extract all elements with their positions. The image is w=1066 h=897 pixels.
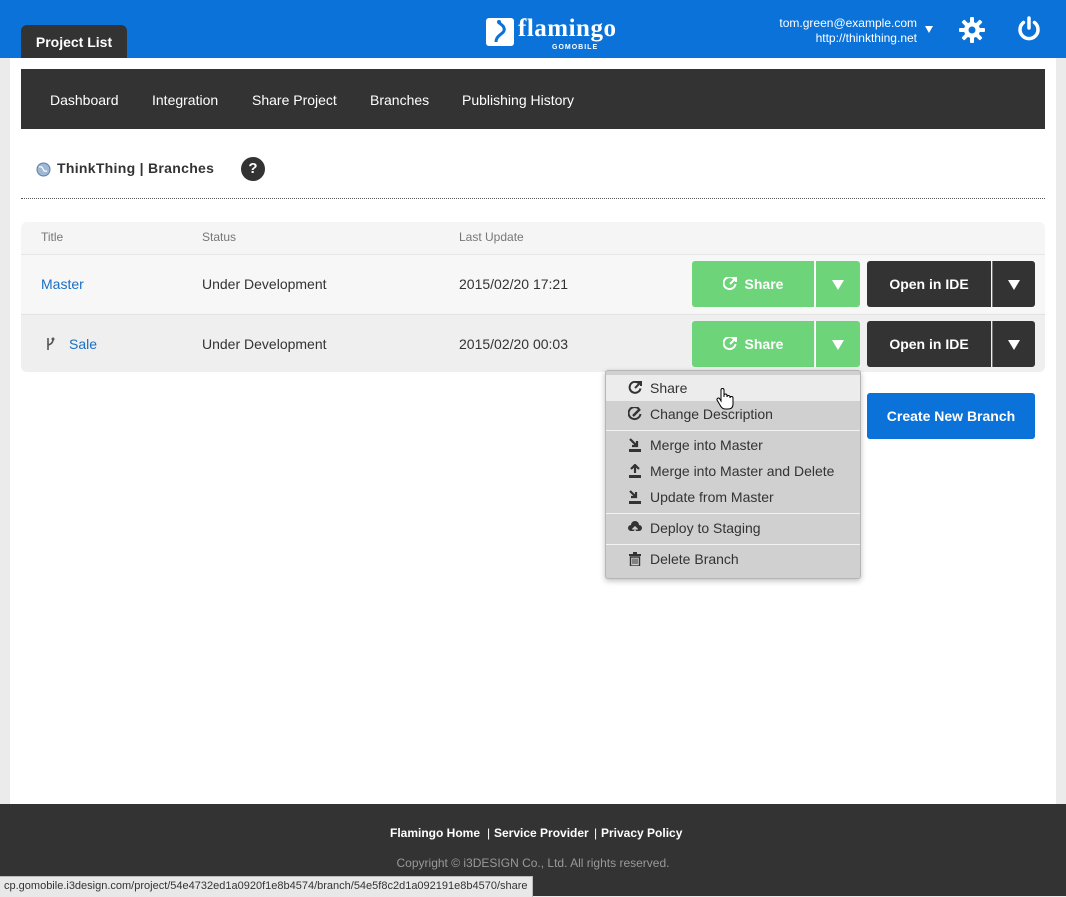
share-button[interactable]: Share <box>692 261 814 307</box>
trash-icon <box>629 552 641 566</box>
footer-link-service-provider[interactable]: Service Provider <box>494 826 589 840</box>
account-site: http://thinkthing.net <box>815 31 917 45</box>
branch-status: Under Development <box>202 276 327 292</box>
table-row: Sale Under Development 2015/02/20 00:03 … <box>21 314 1045 372</box>
menu-separator <box>606 513 860 514</box>
table-row: Master Under Development 2015/02/20 17:2… <box>21 254 1045 313</box>
hand-cursor-icon <box>716 388 734 410</box>
status-bar-url: cp.gomobile.i3design.com/project/54e4732… <box>0 876 533 897</box>
column-title: Title <box>41 230 64 244</box>
share-icon <box>722 337 737 351</box>
account-dropdown-caret-icon[interactable] <box>925 26 933 33</box>
merge-delete-icon <box>629 464 641 478</box>
subnav-branches[interactable]: Branches <box>370 69 429 131</box>
subnav-dashboard[interactable]: Dashboard <box>50 69 119 131</box>
account-email: tom.green@example.com <box>779 16 917 30</box>
menu-item-update-from-master[interactable]: Update from Master <box>606 484 860 510</box>
logo-subtitle: GOMOBILE <box>552 44 599 51</box>
open-in-ide-button[interactable]: Open in IDE <box>867 321 991 367</box>
menu-separator <box>606 544 860 545</box>
menu-item-label: Change Description <box>650 406 773 422</box>
edit-icon <box>628 407 642 421</box>
share-icon <box>628 381 642 394</box>
project-list-tab[interactable]: Project List <box>21 25 127 60</box>
account-info[interactable]: tom.green@example.com http://thinkthing.… <box>779 16 917 46</box>
chevron-down-icon <box>1008 280 1020 290</box>
menu-item-label: Delete Branch <box>650 551 739 567</box>
menu-item-label: Merge into Master and Delete <box>650 463 835 479</box>
column-last-update: Last Update <box>459 230 524 244</box>
page-title: ThinkThing | Branches <box>57 160 215 176</box>
copyright-text: Copyright © i3DESIGN Co., Ltd. All right… <box>396 856 670 870</box>
footer-separator: | <box>594 826 598 840</box>
merge-icon <box>629 438 641 452</box>
globe-icon <box>36 162 51 177</box>
footer-link-privacy-policy[interactable]: Privacy Policy <box>601 826 682 840</box>
open-in-ide-dropdown-button[interactable] <box>992 321 1035 367</box>
open-in-ide-button[interactable]: Open in IDE <box>867 261 991 307</box>
flamingo-logo[interactable]: flamingo GOMOBILE <box>486 14 616 54</box>
share-button-label: Share <box>744 336 784 352</box>
logo-text: flamingo <box>518 15 617 42</box>
share-button-label: Share <box>744 276 784 292</box>
menu-separator <box>606 430 860 431</box>
create-new-branch-button[interactable]: Create New Branch <box>867 393 1035 439</box>
branch-title-link[interactable]: Master <box>41 255 84 313</box>
project-subnav: Dashboard Integration Share Project Bran… <box>21 69 1045 129</box>
menu-item-label: Share <box>650 380 688 396</box>
chevron-down-icon <box>832 280 844 290</box>
share-dropdown-button[interactable] <box>815 321 860 367</box>
branch-status: Under Development <box>202 336 327 352</box>
open-in-ide-dropdown-button[interactable] <box>992 261 1035 307</box>
branch-icon <box>47 337 55 350</box>
gear-icon[interactable] <box>958 16 986 44</box>
menu-item-deploy-to-staging[interactable]: Deploy to Staging <box>606 515 860 541</box>
menu-item-label: Merge into Master <box>650 437 763 453</box>
divider <box>21 198 1045 199</box>
menu-item-delete-branch[interactable]: Delete Branch <box>606 546 860 572</box>
update-icon <box>629 490 641 504</box>
footer-separator: | <box>487 826 491 840</box>
menu-item-merge-into-master[interactable]: Merge into Master <box>606 432 860 458</box>
subnav-publishing-history[interactable]: Publishing History <box>462 69 574 131</box>
menu-item-label: Update from Master <box>650 489 774 505</box>
share-button[interactable]: Share <box>692 321 814 367</box>
subnav-share-project[interactable]: Share Project <box>252 69 337 131</box>
share-dropdown-button[interactable] <box>815 261 860 307</box>
chevron-down-icon <box>832 340 844 350</box>
power-icon[interactable] <box>1015 15 1043 43</box>
subnav-integration[interactable]: Integration <box>152 69 218 131</box>
column-status: Status <box>202 230 237 244</box>
flamingo-logo-icon <box>486 18 514 46</box>
branches-table: Title Status Last Update Master Under De… <box>21 222 1045 372</box>
help-icon[interactable]: ? <box>241 157 265 181</box>
branch-last-update: 2015/02/20 00:03 <box>459 336 568 352</box>
menu-item-label: Deploy to Staging <box>650 520 761 536</box>
branch-title-link[interactable]: Sale <box>69 315 97 372</box>
branch-last-update: 2015/02/20 17:21 <box>459 276 568 292</box>
footer-link-flamingo-home[interactable]: Flamingo Home <box>390 826 480 840</box>
chevron-down-icon <box>1008 340 1020 350</box>
menu-item-merge-and-delete[interactable]: Merge into Master and Delete <box>606 458 860 484</box>
share-icon <box>722 277 737 291</box>
cloud-upload-icon <box>628 521 642 534</box>
